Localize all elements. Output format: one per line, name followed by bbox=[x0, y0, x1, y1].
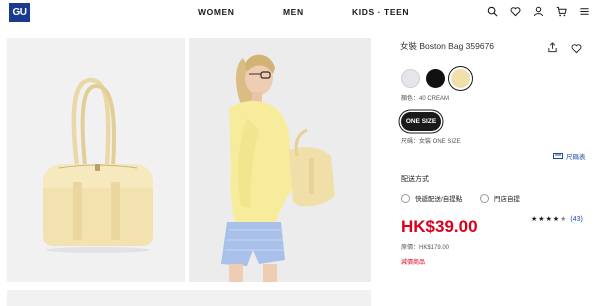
sale-price: HK$39.00 bbox=[401, 217, 478, 236]
rating-stars[interactable]: ★ ★ ★ ★ ★ (43) bbox=[531, 216, 583, 223]
nav-men[interactable]: MEN bbox=[283, 7, 304, 17]
product-image-model[interactable] bbox=[189, 38, 371, 282]
product-image-bag[interactable] bbox=[7, 38, 185, 282]
boston-bag-illustration bbox=[43, 77, 153, 253]
share-icon[interactable] bbox=[547, 42, 558, 53]
swatch-light-gray[interactable] bbox=[401, 69, 420, 88]
ruler-icon bbox=[553, 153, 563, 159]
star-icon: ★ bbox=[538, 216, 545, 223]
original-price: 原價：HK$179.00 bbox=[401, 245, 450, 251]
star-icon: ★ bbox=[552, 216, 560, 223]
discount-label: 減價商品 bbox=[401, 260, 426, 266]
delivery-option-label: 快遞配送/自提點 bbox=[415, 196, 463, 203]
delivery-option-label: 門店自提 bbox=[494, 196, 520, 203]
nav-women[interactable]: WOMEN bbox=[198, 7, 235, 17]
swatch-black[interactable] bbox=[426, 69, 445, 88]
size-chart-label: 尺碼表 bbox=[566, 154, 586, 161]
star-icon: ★ bbox=[531, 216, 538, 223]
product-info-panel: 女裝 Boston Bag 359676 顏色：40 CREAM ONE SIZ… bbox=[400, 0, 600, 306]
gallery-bottom-strip bbox=[7, 290, 371, 306]
swatch-cream[interactable] bbox=[448, 66, 473, 91]
half-star-icon: ★ bbox=[560, 216, 567, 223]
product-title: 女裝 Boston Bag 359676 bbox=[400, 41, 495, 51]
selected-size-label: 尺碼：女裝 ONE SIZE bbox=[401, 139, 461, 145]
delivery-option-courier[interactable]: 快遞配送/自提點 bbox=[401, 193, 462, 203]
size-chart-link[interactable]: 尺碼表 bbox=[553, 151, 586, 161]
color-swatches bbox=[401, 66, 473, 91]
model-illustration bbox=[221, 54, 335, 282]
size-one-size-button[interactable]: ONE SIZE bbox=[401, 112, 441, 131]
review-count-link[interactable]: (43) bbox=[570, 216, 582, 223]
star-icon: ★ bbox=[545, 216, 552, 223]
delivery-method-title: 配送方式 bbox=[401, 176, 429, 183]
delivery-option-store-pickup[interactable]: 門店自提 bbox=[480, 193, 520, 203]
favorite-heart-icon[interactable] bbox=[571, 43, 582, 54]
gu-logo[interactable]: GU bbox=[9, 3, 30, 22]
radio-circle[interactable] bbox=[401, 193, 410, 203]
selected-color-label: 顏色：40 CREAM bbox=[401, 96, 450, 102]
radio-circle[interactable] bbox=[480, 193, 489, 203]
